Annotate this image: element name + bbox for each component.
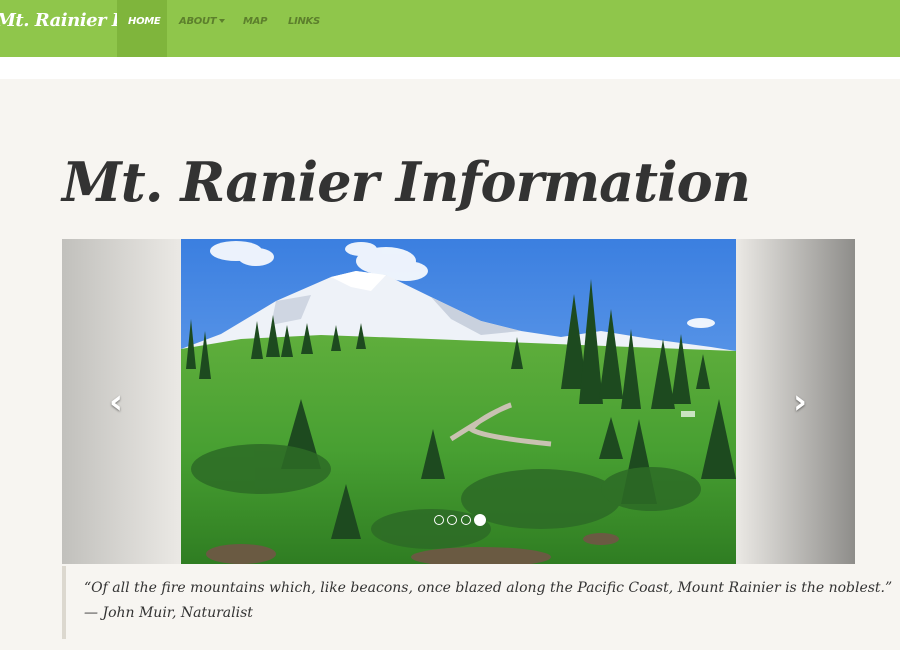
nav-home[interactable]: HOME <box>117 0 167 57</box>
image-carousel: ‹ › <box>62 239 855 564</box>
navbar: Mt. Rainier Info HOME ABOUT MAP LINKS <box>0 0 900 57</box>
quote-text: “Of all the fire mountains which, like b… <box>84 580 893 596</box>
nav-map[interactable]: MAP <box>243 0 267 57</box>
carousel-indicator-1[interactable] <box>434 515 444 525</box>
caret-down-icon <box>219 19 226 23</box>
header-spacer <box>0 57 900 79</box>
carousel-indicator-4[interactable] <box>474 514 486 526</box>
carousel-indicators <box>434 513 494 527</box>
nav-about[interactable]: ABOUT <box>179 0 226 57</box>
nav-map-label: MAP <box>243 16 268 27</box>
carousel-indicator-3[interactable] <box>461 515 471 525</box>
nav-about-label: ABOUT <box>179 16 217 27</box>
nav-home-label: HOME <box>128 16 161 27</box>
nav-links[interactable]: LINKS <box>288 0 320 57</box>
carousel-next-icon[interactable]: › <box>793 385 807 419</box>
quote-attribution: — John Muir, Naturalist <box>84 605 253 621</box>
muir-quote: “Of all the fire mountains which, like b… <box>62 566 893 639</box>
carousel-indicator-2[interactable] <box>447 515 457 525</box>
carousel-prev-icon[interactable]: ‹ <box>109 385 123 419</box>
nav-links-label: LINKS <box>288 16 320 27</box>
page-title: Mt. Ranier Information <box>62 150 751 214</box>
